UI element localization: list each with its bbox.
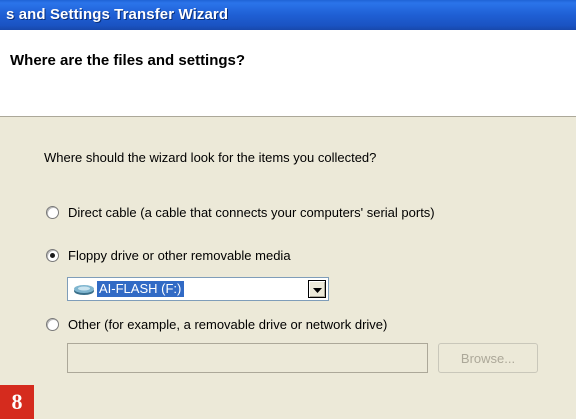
option-other[interactable]: Other (for example, a removable drive or… — [46, 316, 387, 332]
option-label: Direct cable (a cable that connects your… — [68, 204, 435, 220]
other-path-field[interactable] — [67, 343, 428, 373]
question-text: Where should the wizard look for the ite… — [44, 150, 377, 165]
page-title: Where are the files and settings? — [10, 52, 246, 69]
drive-dropdown-value: AI-FLASH (F:) — [71, 281, 303, 297]
removable-drive-icon — [73, 283, 95, 296]
wizard-window: s and Settings Transfer Wizard Where are… — [0, 0, 576, 419]
option-removable-media[interactable]: Floppy drive or other removable media — [46, 247, 291, 263]
wizard-header: Where are the files and settings? — [0, 30, 576, 117]
browse-button[interactable]: Browse... — [438, 343, 538, 373]
chevron-down-icon — [312, 280, 322, 298]
step-number-badge: 8 — [0, 385, 34, 419]
drive-dropdown-text: AI-FLASH (F:) — [97, 281, 185, 297]
option-label: Other (for example, a removable drive or… — [68, 316, 388, 332]
drive-dropdown[interactable]: AI-FLASH (F:) — [67, 277, 329, 301]
radio-removable-media[interactable] — [46, 248, 59, 262]
window-title: s and Settings Transfer Wizard — [6, 6, 229, 23]
title-bar[interactable]: s and Settings Transfer Wizard — [0, 0, 576, 30]
dropdown-arrow-button[interactable] — [308, 280, 326, 298]
radio-other[interactable] — [46, 317, 59, 331]
option-label: Floppy drive or other removable media — [68, 247, 291, 263]
radio-direct-cable[interactable] — [46, 205, 59, 219]
option-direct-cable[interactable]: Direct cable (a cable that connects your… — [46, 204, 435, 220]
